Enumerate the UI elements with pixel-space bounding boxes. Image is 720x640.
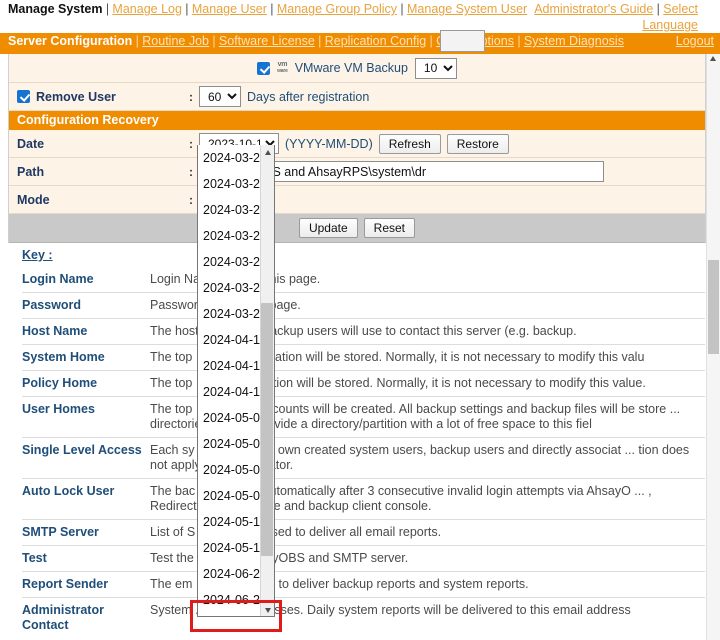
recovery-date-format-hint: (YYYY-MM-DD) <box>285 137 373 151</box>
nav-separator: | <box>400 2 403 16</box>
remove-user-colon: : <box>189 90 199 104</box>
menu-current-server-configuration: Server Configuration <box>8 34 132 48</box>
remove-user-days-select[interactable]: 60 <box>199 86 241 107</box>
scroll-up-arrow-icon[interactable] <box>710 56 716 61</box>
nav-separator: | <box>106 2 109 16</box>
menu-separator: | <box>517 34 520 48</box>
nav-link-manage-user[interactable]: Manage User <box>192 2 267 16</box>
refresh-button[interactable]: Refresh <box>379 134 441 154</box>
table-row: Single Level AccessEach sy ... s to acce… <box>22 438 705 479</box>
vmware-vm-backup-label: VMware VM Backup <box>295 61 408 75</box>
table-row: PasswordPassword ... n to this page. <box>22 293 705 319</box>
top-nav-right-links: Administrator's Guide | Select Language <box>498 1 698 33</box>
restore-button[interactable]: Restore <box>447 134 509 154</box>
page-scrollbar-thumb[interactable] <box>708 260 719 354</box>
key-name: System Home <box>22 345 150 371</box>
table-row: Report SenderThe em ... will be used to … <box>22 572 705 598</box>
key-name: Report Sender <box>22 572 150 598</box>
nav-separator: | <box>657 2 660 16</box>
remove-user-checkbox[interactable] <box>17 90 30 103</box>
table-row: Administrator ContactSystem ... email ad… <box>22 598 705 639</box>
key-name: Login Name <box>22 267 150 293</box>
key-name: Auto Lock User <box>22 479 150 520</box>
nav-link-manage-group-policy[interactable]: Manage Group Policy <box>277 2 397 16</box>
key-name: User Homes <box>22 397 150 438</box>
vmware-vm-count-select[interactable]: 10 <box>415 58 457 79</box>
remove-user-label: Remove User <box>36 90 116 104</box>
menu-link-software-license[interactable]: Software License <box>219 34 315 48</box>
remove-user-suffix-label: Days after registration <box>247 90 369 104</box>
menu-separator: | <box>318 34 321 48</box>
table-row: Policy HomeThe top ... licy information … <box>22 371 705 397</box>
nav-separator: | <box>270 2 273 16</box>
update-button[interactable]: Update <box>299 218 358 238</box>
page-root: Manage System | Manage Log | Manage User… <box>0 0 720 640</box>
date-dropdown-list[interactable]: 2024-03-202024-03-212024-03-222024-03-23… <box>197 145 275 617</box>
logout-link[interactable]: Logout <box>676 34 714 48</box>
nav-link-manage-log[interactable]: Manage Log <box>112 2 182 16</box>
menu-separator: | <box>212 34 215 48</box>
key-name: Administrator Contact <box>22 598 150 639</box>
menu-separator: | <box>136 34 139 48</box>
key-legend-body: Login NameLogin Name ... on to this page… <box>22 267 705 638</box>
table-row: System HomeThe top ... stem information … <box>22 345 705 371</box>
dropdown-scroll-up-arrow-icon[interactable] <box>261 145 275 159</box>
key-name: Test <box>22 546 150 572</box>
table-row: TestTest the ... ween AhsayOBS and SMTP … <box>22 546 705 572</box>
table-row: SMTP ServerList of S ... at will be used… <box>22 520 705 546</box>
key-legend-table: Login NameLogin Name ... on to this page… <box>22 267 705 638</box>
vmware-vm-backup-checkbox[interactable] <box>257 62 270 75</box>
form-actions-footer: Update Reset <box>9 214 705 243</box>
date-dropdown-scrollbar[interactable] <box>260 145 274 617</box>
configuration-recovery-header: Configuration Recovery <box>9 111 705 130</box>
top-nav-left-links: Manage System | Manage Log | Manage User… <box>8 1 548 17</box>
table-row: Auto Lock UserThe bac ... e locked autom… <box>22 479 705 520</box>
top-navigation: Manage System | Manage Log | Manage User… <box>0 0 706 33</box>
recovery-date-label: Date <box>9 137 189 151</box>
key-name: Password <box>22 293 150 319</box>
key-name: Single Level Access <box>22 438 150 479</box>
key-name: Host Name <box>22 319 150 345</box>
recovery-mode-label: Mode <box>9 193 189 207</box>
menu-link-routine-job[interactable]: Routine Job <box>142 34 209 48</box>
recovery-path-row: Path : <box>9 158 705 186</box>
recovery-mode-row: Mode : nual <box>9 186 705 214</box>
table-row: Login NameLogin Name ... on to this page… <box>22 267 705 293</box>
table-row: Host NameThe host ... ess that backup us… <box>22 319 705 345</box>
vmware-logo-line2: ware <box>277 68 288 74</box>
dropdown-scrollbar-thumb[interactable] <box>261 303 273 556</box>
nav-separator: | <box>185 2 188 16</box>
recovery-date-row: Date : 2023-10-14 (YYYY-MM-DD) Refresh R… <box>9 130 705 158</box>
reset-button[interactable]: Reset <box>364 218 415 238</box>
remove-user-row: Remove User : 60 Days after registration <box>9 83 705 111</box>
nav-link-administrators-guide[interactable]: Administrator's Guide <box>534 2 653 16</box>
vmware-vm-backup-row: vm ware VMware VM Backup 10 <box>9 54 705 83</box>
server-configuration-panel: vm ware VMware VM Backup 10 Remove User … <box>8 54 706 243</box>
dropdown-scroll-down-arrow-icon[interactable] <box>261 603 275 617</box>
obscured-select-remnant <box>440 30 485 52</box>
recovery-path-label: Path <box>9 165 189 179</box>
nav-current-manage-system: Manage System <box>8 2 102 16</box>
menu-link-replication-config[interactable]: Replication Config <box>325 34 426 48</box>
vmware-logo-icon: vm ware <box>277 62 288 74</box>
key-legend-title: Key : <box>8 244 698 267</box>
page-scrollbar[interactable] <box>706 54 720 640</box>
menu-link-system-diagnosis[interactable]: System Diagnosis <box>524 34 624 48</box>
key-name: SMTP Server <box>22 520 150 546</box>
key-name: Policy Home <box>22 371 150 397</box>
key-legend-section: Key : Login NameLogin Name ... on to thi… <box>8 244 698 638</box>
section-menubar: Server Configuration | Routine Job | Sof… <box>0 33 720 54</box>
table-row: User HomesThe top ... ere user accounts … <box>22 397 705 438</box>
menu-separator: | <box>430 34 433 48</box>
